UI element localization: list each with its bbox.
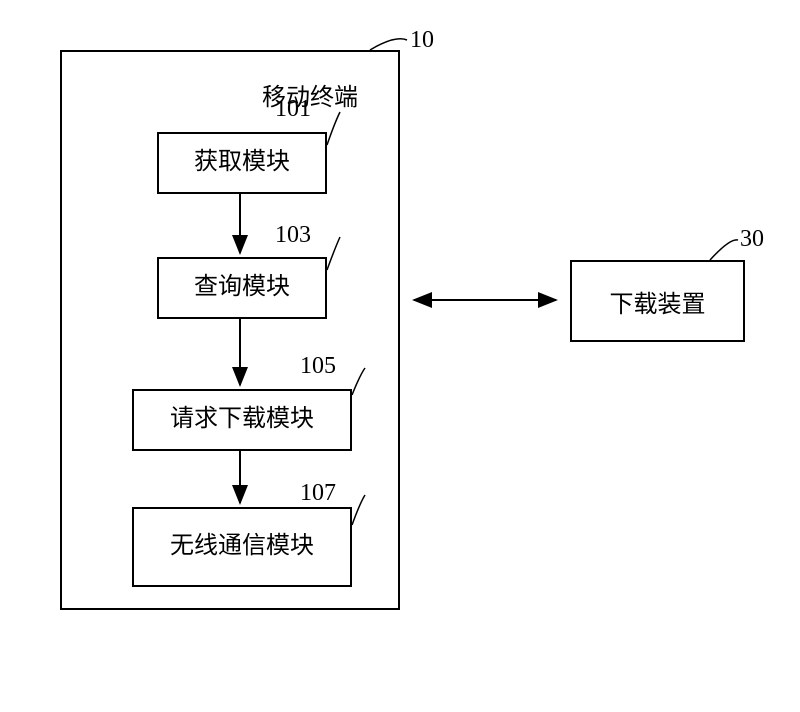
label-103: 103 <box>275 222 311 249</box>
label-101: 101 <box>275 96 311 123</box>
module-label: 无线通信模块 <box>170 531 314 562</box>
right-container: 下载装置 <box>570 260 745 342</box>
module-query: 查询模块 <box>157 257 327 319</box>
right-box-label: 下载装置 <box>610 284 706 319</box>
main-container: 移动终端 获取模块 查询模块 请求下载模块 无线通信模块 <box>60 50 400 610</box>
module-request-download: 请求下载模块 <box>132 389 352 451</box>
module-wireless: 无线通信模块 <box>132 507 352 587</box>
label-105: 105 <box>300 353 336 380</box>
module-label: 请求下载模块 <box>170 404 314 435</box>
label-10: 10 <box>410 27 434 54</box>
module-acquire: 获取模块 <box>157 132 327 194</box>
module-label: 查询模块 <box>194 272 290 303</box>
module-label: 获取模块 <box>194 147 290 178</box>
label-30: 30 <box>740 226 764 253</box>
label-107: 107 <box>300 480 336 507</box>
